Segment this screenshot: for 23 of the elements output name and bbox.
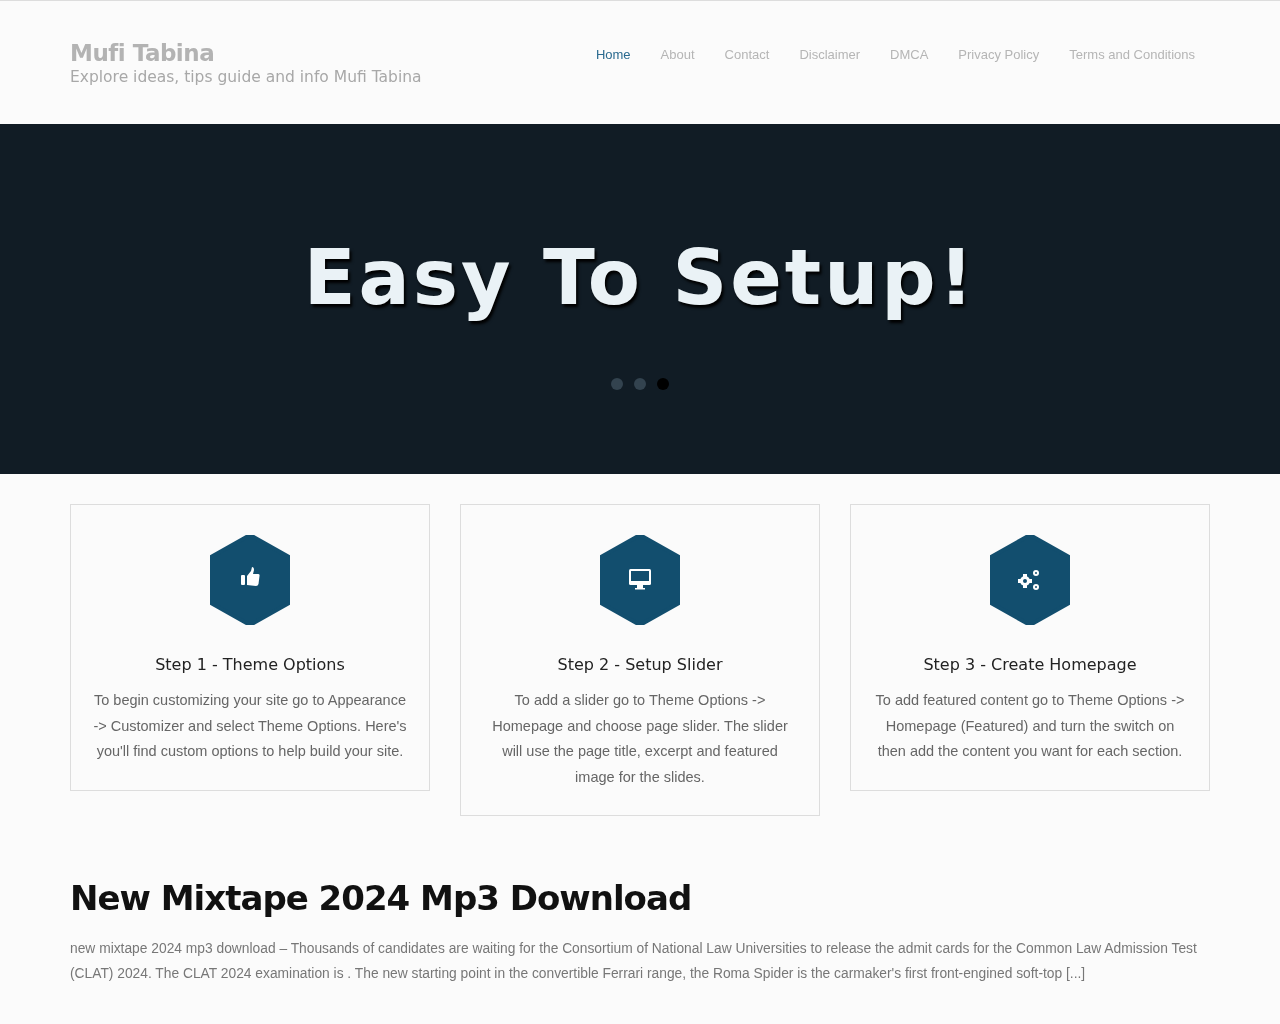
nav-link[interactable]: Disclaimer <box>799 47 861 62</box>
slider-dot[interactable] <box>657 377 669 390</box>
slider-dot[interactable] <box>611 377 623 390</box>
feature-title: Step 1 - Theme Options <box>155 655 345 674</box>
feature-description: To add featured content go to Theme Options -> Homepage (Featured) and turn the switch on then add the content you want for each section. <box>874 691 1186 761</box>
site-tagline: Explore ideas, tips guide and info Mufi Tabina <box>70 67 422 86</box>
nav-link[interactable]: Terms and Conditions <box>1069 47 1195 62</box>
post-excerpt: new mixtape 2024 mp3 download – Thousands of candidates are waiting for the Consortium of National Law Universities to release the admit cards for the Common Law Admission Test (CLAT) 2024. The CLAT 2024 examination is . The new starting point in the convertible Ferrari range, the Roma Spider is the carmaker's first front-engined soft-top [...] <box>70 940 1198 983</box>
feature-description: To add a slider go to Theme Options -> Homepage and choose page slider. The slider will use the page title, excerpt and featured image for the slides. <box>491 691 789 787</box>
nav-link[interactable]: Home <box>595 47 631 62</box>
nav-link[interactable]: Contact <box>724 47 770 62</box>
nav-link[interactable]: DMCA <box>890 47 929 62</box>
feature-title: Step 2 - Setup Slider <box>557 655 723 674</box>
monitor-icon <box>600 535 680 625</box>
nav-link[interactable]: About <box>660 47 695 62</box>
thumbs-up-icon <box>210 535 290 625</box>
slider-dot[interactable] <box>634 377 646 390</box>
feature-description: To begin customizing your site go to Appearance -> Customizer and select Theme Options. Here's you'll find custom options to help build your site. <box>92 691 408 761</box>
post-title[interactable]: New Mixtape 2024 Mp3 Download <box>70 878 1210 918</box>
slide-heading: Easy To Setup! <box>303 236 977 320</box>
feature-title: Step 3 - Create Homepage <box>923 655 1137 674</box>
site-title[interactable]: Mufi Tabina <box>70 39 422 66</box>
nav-link[interactable]: Privacy Policy <box>958 47 1040 62</box>
